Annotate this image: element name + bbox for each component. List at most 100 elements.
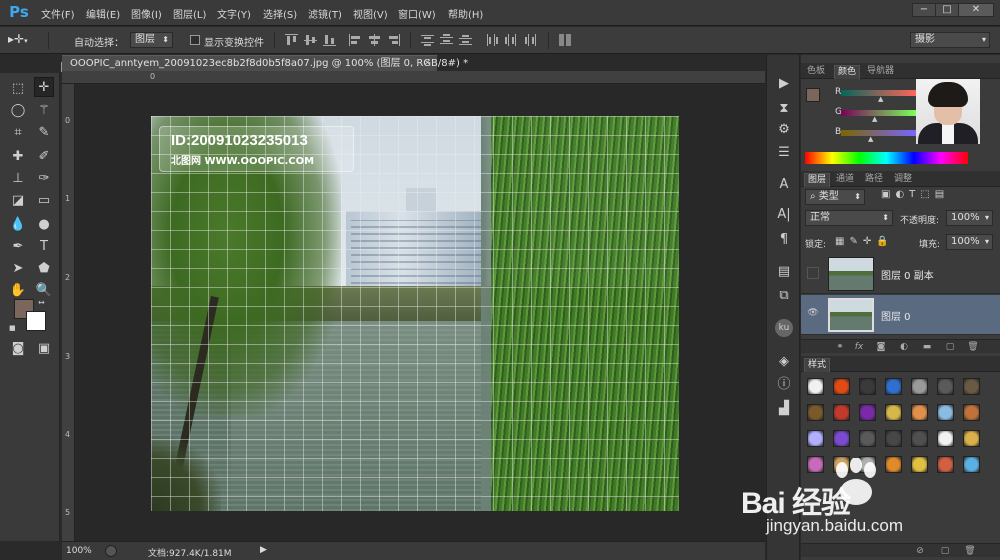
align-right-icon[interactable] bbox=[387, 34, 400, 46]
menu-image[interactable]: 图像(I) bbox=[131, 6, 162, 22]
histogram-icon[interactable]: ▟ bbox=[775, 400, 793, 418]
tab-channels[interactable]: 通道 bbox=[833, 173, 857, 187]
default-colors-icon[interactable]: ■ bbox=[9, 324, 19, 332]
align-vcenter-icon[interactable] bbox=[304, 34, 317, 46]
tab-layers[interactable]: 图层 bbox=[804, 173, 831, 187]
color-panel-foreground[interactable] bbox=[806, 88, 820, 102]
paragraph-icon[interactable]: ¶ bbox=[775, 231, 793, 249]
brush-tool-icon[interactable]: ✐ bbox=[34, 147, 54, 167]
align-left-icon[interactable] bbox=[349, 34, 362, 46]
screen-mode-icon[interactable]: ▣ bbox=[34, 339, 54, 359]
dodge-tool-icon[interactable]: ● bbox=[34, 215, 54, 235]
new-layer-icon[interactable]: ▢ bbox=[944, 342, 956, 352]
blue-slider-thumb[interactable]: ▲ bbox=[868, 135, 873, 143]
style-swatch[interactable] bbox=[911, 430, 928, 447]
lasso-tool-icon[interactable]: ◯ bbox=[8, 101, 28, 121]
green-slider-thumb[interactable]: ▲ bbox=[872, 115, 877, 123]
clone-source-icon[interactable]: ⧉ bbox=[775, 287, 793, 305]
crop-tool-icon[interactable]: ⌗ bbox=[8, 123, 28, 143]
style-swatch[interactable] bbox=[833, 378, 850, 395]
fill-field[interactable]: 100% ▾ bbox=[946, 234, 993, 250]
blend-mode-dropdown[interactable]: 正常 ⬍ bbox=[805, 210, 893, 226]
lock-icons[interactable]: ▦✎✛🔒 bbox=[835, 236, 894, 247]
trash-icon[interactable]: 🗑 bbox=[964, 546, 976, 556]
navigator-icon[interactable]: ▤ bbox=[775, 263, 793, 281]
opacity-field[interactable]: 100% ▾ bbox=[946, 210, 993, 226]
style-swatch[interactable] bbox=[859, 378, 876, 395]
quick-mask-icon[interactable]: ◙ bbox=[8, 339, 28, 359]
style-swatch[interactable] bbox=[807, 430, 824, 447]
move-tool-preset-icon[interactable]: ▸✛▾ bbox=[8, 32, 40, 49]
tab-color[interactable]: 颜色 bbox=[834, 65, 861, 79]
distribute-top-icon[interactable] bbox=[421, 34, 434, 46]
menu-edit[interactable]: 编辑(E) bbox=[86, 6, 120, 22]
tab-adjustments[interactable]: 调整 bbox=[891, 173, 915, 187]
blur-tool-icon[interactable]: 💧 bbox=[8, 215, 28, 235]
document-tab[interactable]: OOOPIC_anntyem_20091023ec8b2f8d0b5f8a07.… bbox=[62, 55, 468, 71]
link-icon[interactable]: ⚭ bbox=[834, 342, 846, 352]
style-swatch[interactable] bbox=[911, 378, 928, 395]
eraser-tool-icon[interactable]: ◪ bbox=[8, 191, 28, 211]
show-transform-checkbox[interactable] bbox=[190, 35, 200, 45]
clone-stamp-tool-icon[interactable]: ⊥ bbox=[8, 169, 28, 189]
eyedropper-tool-icon[interactable]: ✎ bbox=[34, 123, 54, 143]
style-swatch[interactable] bbox=[833, 430, 850, 447]
style-swatch[interactable] bbox=[807, 378, 824, 395]
zoom-level[interactable]: 100% bbox=[66, 546, 92, 556]
layer-row-selected[interactable]: 👁 图层 0 bbox=[801, 295, 1000, 335]
style-swatch[interactable] bbox=[937, 430, 954, 447]
distribute-right-icon[interactable] bbox=[524, 34, 537, 46]
magic-wand-tool-icon[interactable]: ⚚ bbox=[34, 101, 54, 121]
minimize-button[interactable]: − bbox=[912, 3, 936, 17]
workspace-dropdown[interactable]: 摄影 ▾ bbox=[910, 32, 990, 48]
style-swatch[interactable] bbox=[885, 456, 902, 473]
background-color-swatch[interactable] bbox=[26, 311, 46, 331]
style-swatch[interactable] bbox=[911, 456, 928, 473]
style-swatch[interactable] bbox=[885, 404, 902, 421]
menu-select[interactable]: 选择(S) bbox=[263, 6, 297, 22]
style-swatch[interactable] bbox=[911, 404, 928, 421]
tab-navigator[interactable]: 导航器 bbox=[864, 65, 897, 79]
close-tab-icon[interactable]: × bbox=[423, 56, 431, 71]
distribute-hcenter-icon[interactable] bbox=[505, 34, 518, 46]
distribute-bottom-icon[interactable] bbox=[459, 34, 472, 46]
menu-window[interactable]: 窗口(W) bbox=[398, 6, 436, 22]
kuler-icon[interactable]: ku bbox=[775, 319, 793, 337]
shape-tool-icon[interactable]: ⬟ bbox=[34, 259, 54, 279]
type-tool-icon[interactable]: T bbox=[34, 237, 54, 257]
blue-slider[interactable] bbox=[841, 130, 916, 136]
hand-tool-icon[interactable]: ✋ bbox=[8, 281, 28, 301]
info-icon[interactable]: ⓘ bbox=[775, 376, 793, 394]
path-selection-tool-icon[interactable]: ➤ bbox=[8, 259, 28, 279]
mask-icon[interactable]: ◙ bbox=[875, 342, 887, 352]
pen-tool-icon[interactable]: ✒ bbox=[8, 237, 28, 257]
menu-view[interactable]: 视图(V) bbox=[353, 6, 388, 22]
align-top-icon[interactable] bbox=[285, 34, 298, 46]
layer-filter-icons[interactable]: ▣◐T⬚▤ bbox=[881, 189, 949, 200]
actions-icon[interactable]: ⚙ bbox=[775, 121, 793, 139]
eye-icon[interactable]: 👁 bbox=[807, 308, 819, 320]
layer-filter-dropdown[interactable]: ⌕ 类型 ⬍ bbox=[805, 189, 865, 205]
style-swatch[interactable] bbox=[885, 430, 902, 447]
visibility-toggle[interactable] bbox=[807, 267, 819, 279]
menu-type[interactable]: 文字(Y) bbox=[217, 6, 251, 22]
style-swatch[interactable] bbox=[859, 404, 876, 421]
align-hcenter-icon[interactable] bbox=[368, 34, 381, 46]
folder-icon[interactable]: ▬ bbox=[921, 342, 933, 352]
align-bottom-icon[interactable] bbox=[323, 34, 336, 46]
document-canvas[interactable]: ID:20091023235013 北图网 WWW.OOOPIC.COM bbox=[151, 116, 679, 511]
layer-comps-icon[interactable]: ◈ bbox=[775, 353, 793, 371]
style-swatch[interactable] bbox=[859, 430, 876, 447]
character-icon[interactable]: A bbox=[775, 176, 793, 194]
auto-select-target-dropdown[interactable]: 图层 ⬍ bbox=[130, 32, 173, 48]
distribute-left-icon[interactable] bbox=[486, 34, 499, 46]
trash-icon[interactable]: 🗑 bbox=[967, 342, 979, 352]
menu-help[interactable]: 帮助(H) bbox=[448, 6, 483, 22]
move-tool-icon[interactable]: ✛ bbox=[34, 77, 54, 97]
style-swatch[interactable] bbox=[963, 430, 980, 447]
color-spectrum[interactable] bbox=[805, 152, 968, 164]
no-style-icon[interactable]: ⊘ bbox=[914, 546, 926, 556]
menu-layer[interactable]: 图层(L) bbox=[173, 6, 206, 22]
style-swatch[interactable] bbox=[807, 456, 824, 473]
style-swatch[interactable] bbox=[937, 378, 954, 395]
